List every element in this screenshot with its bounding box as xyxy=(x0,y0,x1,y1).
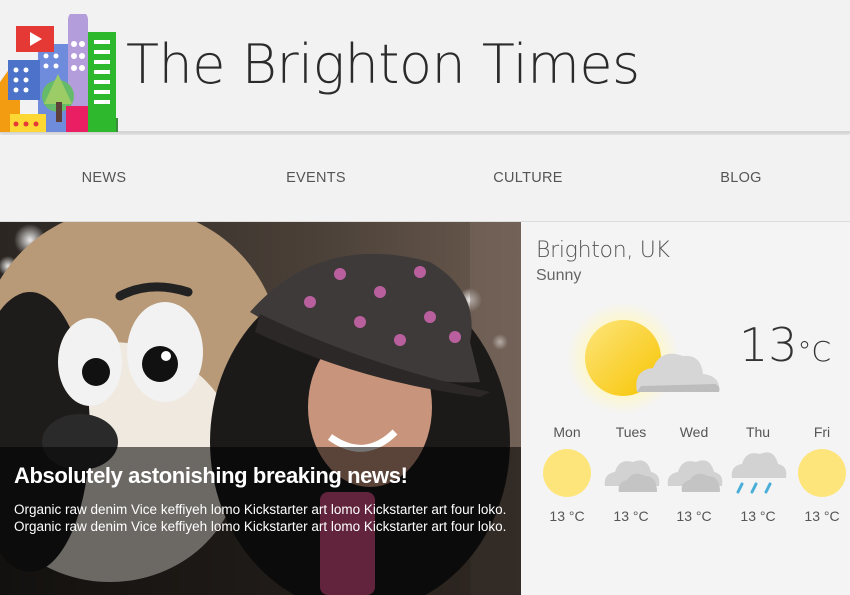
hero-story[interactable]: Absolutely astonishing breaking news! Or… xyxy=(0,222,521,595)
forecast-day: Mon 13 °C xyxy=(537,424,597,524)
site-title[interactable]: The Brighton Times xyxy=(126,30,640,100)
sun-icon xyxy=(543,449,591,497)
forecast-day: Thu 13 °C xyxy=(728,424,788,524)
forecast-day-name: Thu xyxy=(745,424,771,440)
nav-item-blog[interactable]: BLOG xyxy=(681,170,801,186)
temp-unit: °C xyxy=(797,335,832,368)
forecast-temp: 13 °C xyxy=(804,508,840,524)
forecast-day: Tues 13 °C xyxy=(601,424,661,524)
weather-current-temp: 13°C xyxy=(739,318,831,372)
cloud-icon xyxy=(667,460,723,492)
hero-caption: Absolutely astonishing breaking news! Or… xyxy=(0,447,521,595)
forecast-day-name: Mon xyxy=(553,424,581,440)
hero-summary: Organic raw denim Vice keffiyeh lomo Kic… xyxy=(14,502,507,534)
forecast-temp: 13 °C xyxy=(740,508,776,524)
weather-widget: Brighton, UK Sunny 13°C Mon 13 °C Tues 1… xyxy=(521,222,850,595)
weather-city: Brighton, UK xyxy=(536,238,670,263)
main-nav: NEWS EVENTS CULTURE BLOG xyxy=(0,135,850,222)
city-logo-icon[interactable] xyxy=(0,14,118,132)
nav-item-events[interactable]: EVENTS xyxy=(256,170,376,186)
forecast-temp: 13 °C xyxy=(549,508,585,524)
temp-value: 13 xyxy=(739,318,798,372)
forecast-day-name: Tues xyxy=(615,424,647,440)
weather-condition: Sunny xyxy=(536,267,582,284)
forecast-temp: 13 °C xyxy=(613,508,649,524)
nav-item-culture[interactable]: CULTURE xyxy=(468,170,588,186)
nav-item-news[interactable]: NEWS xyxy=(44,170,164,186)
forecast-day-name: Fri xyxy=(813,424,831,440)
site-header: The Brighton Times xyxy=(0,0,850,133)
sun-icon xyxy=(798,449,846,497)
hero-headline[interactable]: Absolutely astonishing breaking news! xyxy=(14,463,507,489)
cloud-icon xyxy=(604,460,660,492)
sun-cloud-icon xyxy=(567,302,720,414)
forecast-day-name: Wed xyxy=(679,424,709,440)
forecast-day: Wed 13 °C xyxy=(664,424,724,524)
forecast-day: Fri 13 °C xyxy=(792,424,850,524)
forecast-temp: 13 °C xyxy=(676,508,712,524)
rain-icon xyxy=(731,452,787,494)
